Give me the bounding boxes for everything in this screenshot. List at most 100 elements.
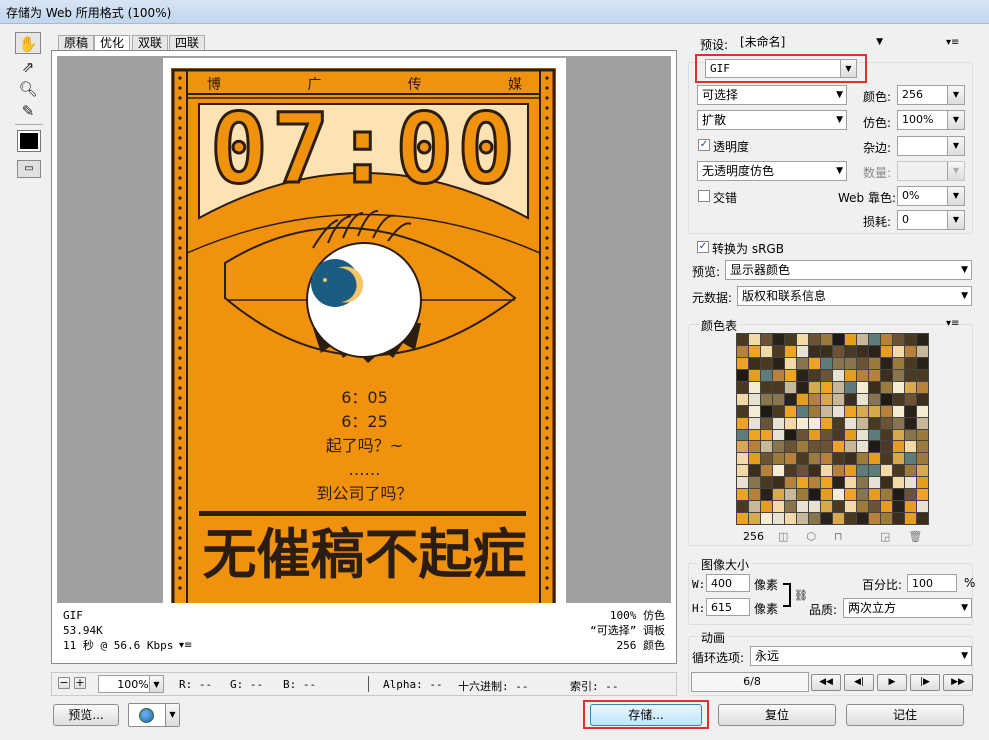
color-swatch[interactable]	[857, 441, 868, 453]
color-swatch[interactable]	[809, 513, 820, 524]
tab-2up[interactable]: 双联	[132, 35, 169, 51]
color-swatch[interactable]	[893, 393, 904, 405]
color-swatch[interactable]	[869, 381, 880, 393]
color-swatch[interactable]	[893, 357, 904, 369]
play-button[interactable]: ▶	[877, 674, 907, 691]
color-swatch[interactable]	[809, 345, 820, 357]
color-swatch[interactable]	[797, 477, 808, 489]
color-swatch[interactable]	[821, 477, 832, 489]
color-swatch[interactable]	[737, 465, 748, 477]
color-swatch[interactable]	[917, 465, 928, 477]
color-swatch[interactable]	[917, 381, 928, 393]
color-swatch[interactable]	[785, 453, 796, 465]
color-swatch[interactable]	[893, 369, 904, 381]
color-swatch[interactable]	[833, 381, 844, 393]
color-swatch[interactable]	[833, 513, 844, 524]
color-swatch[interactable]	[881, 513, 892, 524]
color-swatch[interactable]	[833, 501, 844, 513]
color-swatch[interactable]	[821, 417, 832, 429]
color-swatch[interactable]	[797, 429, 808, 441]
color-swatch[interactable]	[737, 345, 748, 357]
color-swatch[interactable]	[821, 453, 832, 465]
color-swatch[interactable]	[881, 489, 892, 501]
browser-select[interactable]: ▼	[128, 703, 180, 727]
color-swatch[interactable]	[905, 345, 916, 357]
color-swatch[interactable]	[833, 393, 844, 405]
color-swatch[interactable]	[905, 417, 916, 429]
color-swatch[interactable]	[893, 381, 904, 393]
color-swatch[interactable]	[749, 477, 760, 489]
color-swatch[interactable]	[773, 381, 784, 393]
tab-original[interactable]: 原稿	[58, 35, 95, 51]
color-swatch[interactable]	[881, 345, 892, 357]
color-swatch[interactable]	[761, 453, 772, 465]
interlace-checkbox[interactable]	[698, 190, 710, 202]
color-swatch[interactable]	[857, 477, 868, 489]
color-swatch[interactable]	[845, 429, 856, 441]
color-swatch[interactable]	[761, 334, 772, 345]
color-swatch[interactable]	[761, 429, 772, 441]
color-swatch[interactable]	[761, 345, 772, 357]
color-swatch[interactable]	[737, 489, 748, 501]
toggle-slices-icon[interactable]: ▭	[17, 160, 41, 178]
color-swatch[interactable]	[809, 369, 820, 381]
color-swatch[interactable]	[821, 345, 832, 357]
color-swatch[interactable]	[857, 453, 868, 465]
color-swatch[interactable]	[857, 465, 868, 477]
color-swatch[interactable]	[881, 441, 892, 453]
color-swatch[interactable]	[905, 441, 916, 453]
color-swatch[interactable]	[809, 477, 820, 489]
eyedropper-icon[interactable]: ✎	[15, 100, 41, 122]
color-swatch[interactable]	[869, 405, 880, 417]
color-swatch[interactable]	[785, 345, 796, 357]
metadata-select[interactable]: 版权和联系信息 ▼	[737, 286, 972, 306]
color-swatch[interactable]	[893, 477, 904, 489]
color-swatch[interactable]	[821, 357, 832, 369]
trash-icon[interactable]: 🗑︎	[908, 530, 940, 543]
new-color-icon[interactable]: ◲	[880, 530, 908, 543]
color-swatch[interactable]	[785, 405, 796, 417]
color-swatch[interactable]	[833, 357, 844, 369]
color-swatch[interactable]	[749, 501, 760, 513]
color-swatch[interactable]	[857, 489, 868, 501]
format-select[interactable]: GIF ▼	[705, 59, 857, 78]
color-swatch[interactable]	[917, 393, 928, 405]
lossy-field[interactable]: 0 ▼	[897, 210, 965, 230]
color-swatch[interactable]	[761, 465, 772, 477]
color-swatch[interactable]	[797, 369, 808, 381]
color-swatch[interactable]	[773, 501, 784, 513]
reduction-select[interactable]: 可选择 ▼	[697, 85, 847, 105]
color-swatch[interactable]	[773, 405, 784, 417]
color-swatch[interactable]	[761, 417, 772, 429]
color-swatch[interactable]	[833, 453, 844, 465]
color-swatch[interactable]	[797, 357, 808, 369]
color-swatch[interactable]	[821, 381, 832, 393]
color-swatch[interactable]	[761, 357, 772, 369]
color-swatch[interactable]	[737, 429, 748, 441]
color-swatch[interactable]	[833, 477, 844, 489]
color-swatch[interactable]	[749, 441, 760, 453]
color-swatch[interactable]	[893, 429, 904, 441]
quality-select[interactable]: 两次立方 ▼	[843, 598, 972, 618]
eyedropper-color-swatch[interactable]	[17, 130, 41, 152]
color-swatch[interactable]	[917, 417, 928, 429]
color-swatch[interactable]	[821, 393, 832, 405]
color-swatch[interactable]	[833, 334, 844, 345]
color-swatch[interactable]	[761, 501, 772, 513]
convert-srgb-checkbox[interactable]: ✓	[697, 241, 709, 253]
matte-dither-select[interactable]: 无透明度仿色 ▼	[697, 161, 847, 181]
matte-field[interactable]: ▼	[897, 136, 965, 156]
color-swatch[interactable]	[809, 381, 820, 393]
color-swatch[interactable]	[785, 441, 796, 453]
color-swatch[interactable]	[845, 369, 856, 381]
color-swatch[interactable]	[785, 417, 796, 429]
color-swatch[interactable]	[809, 357, 820, 369]
colors-field[interactable]: 256 ▼	[897, 85, 965, 105]
link-icon[interactable]: ⛓	[794, 589, 808, 602]
color-swatch[interactable]	[893, 489, 904, 501]
color-swatch[interactable]	[749, 345, 760, 357]
color-swatch[interactable]	[905, 334, 916, 345]
color-swatch[interactable]	[749, 453, 760, 465]
color-swatch[interactable]	[845, 477, 856, 489]
color-swatch[interactable]	[737, 393, 748, 405]
